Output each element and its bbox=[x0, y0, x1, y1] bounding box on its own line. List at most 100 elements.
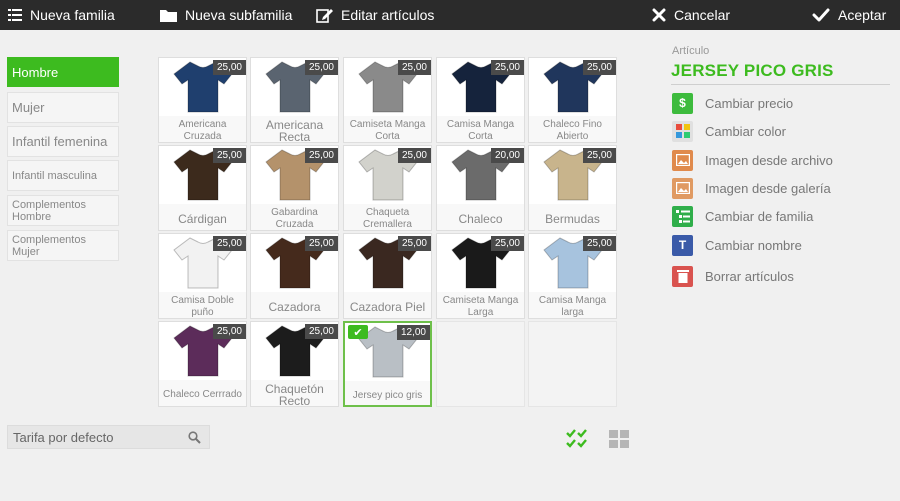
product-card[interactable]: 25,00 Camisa Manga Corta bbox=[436, 57, 525, 143]
action-price[interactable]: $ Cambiar precio bbox=[672, 92, 793, 114]
accept-label: Aceptar bbox=[838, 7, 887, 23]
product-card[interactable]: 25,00 Americana Recta bbox=[250, 57, 339, 143]
family-item-infantil-masculina[interactable]: Infantil masculina bbox=[7, 160, 119, 191]
image-file-icon bbox=[672, 149, 693, 171]
product-card[interactable]: 25,00 Camisa Manga larga bbox=[528, 233, 617, 319]
product-price: 25,00 bbox=[490, 60, 524, 75]
select-all-icon[interactable] bbox=[566, 428, 588, 448]
product-price: 25,00 bbox=[212, 148, 246, 163]
top-toolbar: Nueva familia Nueva subfamilia Editar ar… bbox=[0, 0, 900, 30]
panel-divider bbox=[671, 84, 890, 85]
grid-view-icon[interactable] bbox=[609, 430, 629, 448]
panel-label: Artículo bbox=[672, 45, 710, 57]
family-item-infantil-femenina[interactable]: Infantil femenina bbox=[7, 126, 119, 157]
product-price: 25,00 bbox=[304, 324, 338, 339]
product-name: Chaqueta Cremallera bbox=[363, 207, 412, 230]
new-subfamily-button[interactable]: Nueva subfamilia bbox=[160, 0, 292, 30]
gallery-icon bbox=[672, 177, 693, 199]
action-palette[interactable]: Cambiar color bbox=[672, 120, 786, 142]
action-label: Imagen desde galería bbox=[705, 180, 831, 196]
product-name: Cazadora bbox=[268, 300, 321, 314]
product-name: Chaquetón Recto bbox=[265, 382, 324, 407]
product-card[interactable]: 25,00 Chaqueta Cremallera bbox=[343, 145, 432, 231]
action-family[interactable]: Cambiar de familia bbox=[672, 205, 813, 227]
product-name: Camiseta Manga Larga bbox=[442, 295, 519, 318]
edit-icon bbox=[316, 9, 333, 23]
product-price: 12,00 bbox=[396, 325, 430, 340]
product-price: 25,00 bbox=[304, 60, 338, 75]
product-name: Americana Cruzada bbox=[178, 119, 227, 142]
product-card[interactable]: 25,00 Americana Cruzada bbox=[158, 57, 247, 143]
product-card[interactable]: 25,00 Cárdigan bbox=[158, 145, 247, 231]
product-price: 25,00 bbox=[490, 236, 524, 251]
empty-slot bbox=[436, 321, 525, 407]
list-icon bbox=[8, 9, 22, 21]
edit-items-button[interactable]: Editar artículos bbox=[316, 0, 434, 30]
cancel-button[interactable]: Cancelar bbox=[652, 0, 730, 30]
family-item-mujer[interactable]: Mujer bbox=[7, 92, 119, 123]
product-price: 25,00 bbox=[304, 236, 338, 251]
product-card[interactable]: 25,00 Camisa Doble puño bbox=[158, 233, 247, 319]
empty-slot bbox=[528, 321, 617, 407]
edit-items-label: Editar artículos bbox=[341, 7, 435, 23]
action-image-file[interactable]: Imagen desde archivo bbox=[672, 149, 833, 171]
product-card[interactable]: 25,00 Chaquetón Recto bbox=[250, 321, 339, 407]
product-name: Chaleco Fino Abierto bbox=[543, 119, 602, 142]
new-subfamily-label: Nueva subfamilia bbox=[185, 7, 293, 23]
product-card[interactable]: 25,00 Camiseta Manga Larga bbox=[436, 233, 525, 319]
product-name: Americana Recta bbox=[265, 118, 324, 143]
product-name: Camisa Doble puño bbox=[171, 295, 234, 318]
new-family-button[interactable]: Nueva familia bbox=[8, 0, 115, 30]
action-label: Cambiar de familia bbox=[705, 208, 814, 224]
product-name: Chaleco bbox=[458, 212, 503, 226]
product-card[interactable]: 25,00 Chaleco Cerrrado bbox=[158, 321, 247, 407]
product-card[interactable]: 25,00 Chaleco Fino Abierto bbox=[528, 57, 617, 143]
product-name: Jersey pico gris bbox=[352, 390, 423, 401]
product-name: Gabardina Cruzada bbox=[271, 207, 318, 230]
close-icon bbox=[652, 8, 666, 22]
product-card[interactable]: 25,00 Cazadora bbox=[250, 233, 339, 319]
product-price: 25,00 bbox=[582, 60, 616, 75]
accept-button[interactable]: Aceptar bbox=[812, 0, 886, 30]
search-icon bbox=[188, 431, 201, 444]
product-price: 25,00 bbox=[582, 148, 616, 163]
product-price: 25,00 bbox=[397, 236, 431, 251]
family-label: Mujer bbox=[12, 100, 45, 115]
delete-icon bbox=[672, 265, 693, 287]
product-card[interactable]: 25,00 Camiseta Manga Corta bbox=[343, 57, 432, 143]
product-card[interactable]: 20,00 Chaleco bbox=[436, 145, 525, 231]
rename-icon: T bbox=[672, 234, 693, 256]
tariff-label: Tarifa por defecto bbox=[13, 429, 114, 445]
new-family-label: Nueva familia bbox=[30, 7, 115, 23]
family-label: Hombre bbox=[12, 64, 59, 80]
product-name: Bermudas bbox=[545, 212, 600, 226]
action-gallery[interactable]: Imagen desde galería bbox=[672, 177, 831, 199]
palette-icon bbox=[672, 120, 693, 142]
product-name: Cárdigan bbox=[178, 212, 227, 226]
product-card[interactable]: 25,00 Cazadora Piel bbox=[343, 233, 432, 319]
action-rename[interactable]: T Cambiar nombre bbox=[672, 234, 802, 256]
action-label: Imagen desde archivo bbox=[705, 152, 833, 168]
panel-title: JERSEY PICO GRIS bbox=[671, 61, 834, 80]
family-label: Complementos Hombre bbox=[12, 198, 86, 223]
folder-icon bbox=[160, 9, 177, 22]
product-card[interactable]: 25,00 Gabardina Cruzada bbox=[250, 145, 339, 231]
product-name: Chaleco Cerrrado bbox=[163, 389, 242, 400]
action-label: Borrar artículos bbox=[705, 268, 794, 284]
price-icon: $ bbox=[672, 92, 693, 114]
product-price: 25,00 bbox=[397, 60, 431, 75]
product-price: 25,00 bbox=[582, 236, 616, 251]
product-name: Camisa Manga larga bbox=[538, 295, 607, 318]
product-card[interactable]: ✔ 12,00 Jersey pico gris bbox=[343, 321, 432, 407]
product-card[interactable]: 25,00 Bermudas bbox=[528, 145, 617, 231]
product-price: 25,00 bbox=[397, 148, 431, 163]
product-name: Cazadora Piel bbox=[349, 300, 426, 314]
tariff-search[interactable]: Tarifa por defecto bbox=[7, 425, 210, 449]
family-item-complementos-hombre[interactable]: Complementos Hombre bbox=[7, 195, 119, 226]
selected-check-icon: ✔ bbox=[348, 325, 368, 339]
family-item-hombre[interactable]: Hombre bbox=[7, 57, 119, 87]
action-delete[interactable]: Borrar artículos bbox=[672, 265, 794, 287]
family-item-complementos-mujer[interactable]: Complementos Mujer bbox=[7, 230, 119, 261]
family-label: Infantil masculina bbox=[12, 169, 97, 182]
product-name: Camisa Manga Corta bbox=[446, 119, 515, 142]
